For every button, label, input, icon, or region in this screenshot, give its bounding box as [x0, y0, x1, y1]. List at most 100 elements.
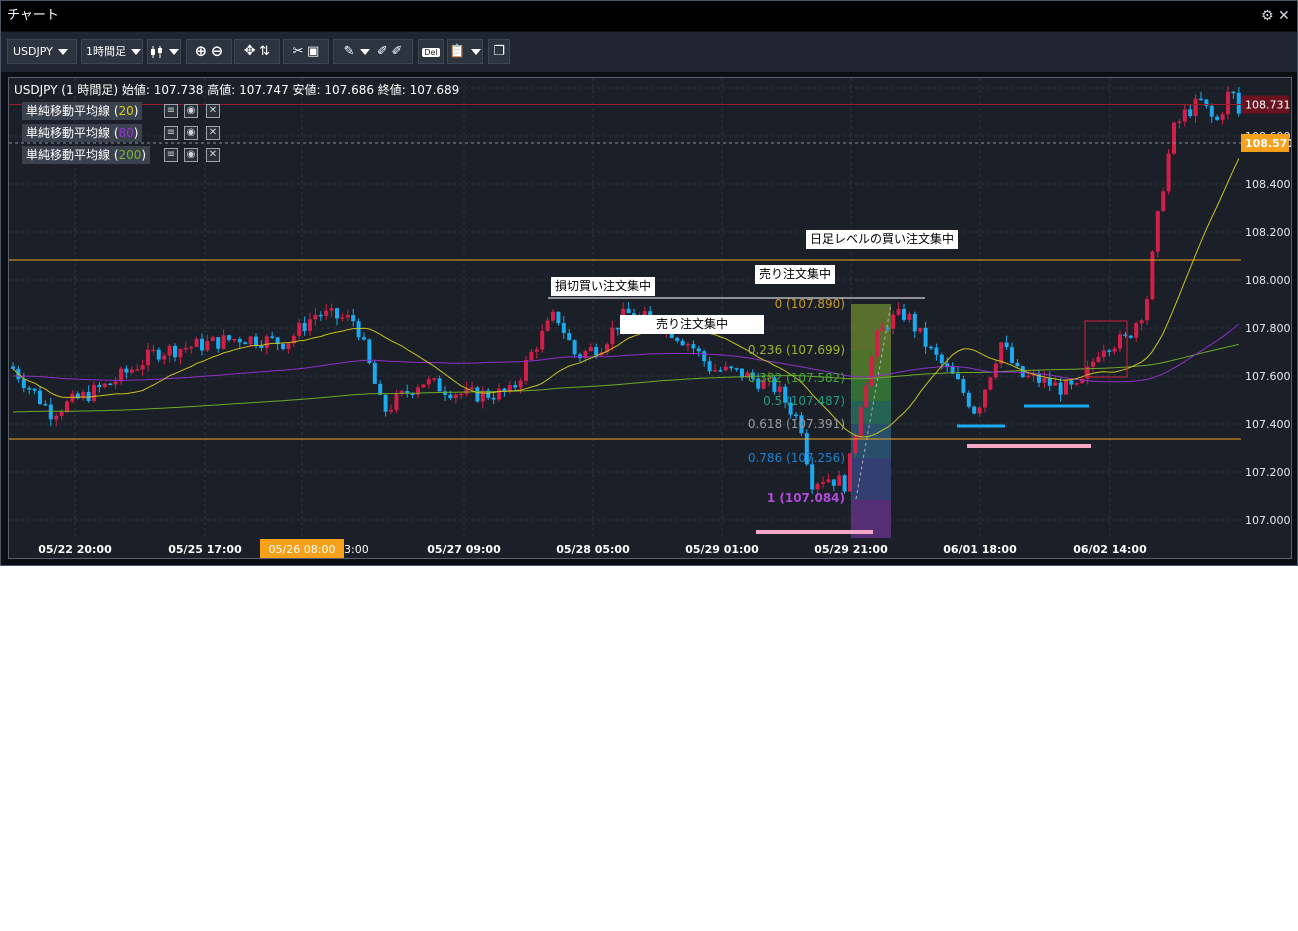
- candle: [713, 370, 717, 372]
- candle: [264, 336, 269, 349]
- zoom-out-icon[interactable]: ⊖: [211, 42, 224, 60]
- candle: [912, 313, 917, 332]
- candle: [432, 378, 437, 380]
- pan-icon[interactable]: ✥: [244, 43, 256, 59]
- candle: [389, 409, 393, 412]
- candle: [1182, 109, 1187, 122]
- candle: [48, 404, 53, 420]
- candle: [38, 390, 42, 404]
- eraser-icon[interactable]: ✐: [377, 44, 388, 59]
- candle: [318, 314, 323, 317]
- delete-button[interactable]: Del: [418, 39, 444, 64]
- fib-zone: [851, 401, 891, 424]
- candle: [259, 345, 264, 349]
- candle: [227, 335, 231, 340]
- eraser-all-icon[interactable]: ✐: [391, 44, 402, 59]
- candle: [875, 330, 879, 357]
- candle: [691, 344, 696, 349]
- candle: [216, 337, 221, 349]
- candle: [173, 345, 177, 358]
- candle: [1107, 350, 1112, 352]
- candle: [340, 317, 345, 319]
- eye-icon[interactable]: ◉: [184, 148, 198, 162]
- candle: [1145, 299, 1149, 321]
- candle: [794, 414, 798, 417]
- fib-zone: [851, 458, 891, 500]
- chevron-down-icon: [359, 49, 370, 55]
- candle: [588, 346, 593, 352]
- chevron-down-icon: [168, 49, 179, 55]
- candle: [351, 315, 356, 322]
- candle: [880, 327, 885, 331]
- close-icon[interactable]: ✕: [206, 126, 220, 140]
- eye-icon[interactable]: ◉: [184, 126, 198, 140]
- symbol-select[interactable]: USDJPY: [7, 39, 77, 64]
- close-icon[interactable]: ✕: [1278, 1, 1290, 31]
- candle: [1042, 377, 1047, 383]
- window-button[interactable]: ❐: [488, 39, 510, 64]
- candle: [696, 348, 701, 352]
- pen-icon[interactable]: ✎: [344, 44, 355, 59]
- annotation-stop-buy[interactable]: 損切買い注文集中: [551, 277, 656, 296]
- draw-group: ✎ ✐ ✐: [333, 39, 413, 64]
- annotation-sell-1[interactable]: 売り注文集中: [620, 315, 764, 334]
- candle: [837, 475, 842, 486]
- zoom-in-icon[interactable]: ⊕: [195, 42, 208, 60]
- candle: [1134, 323, 1139, 338]
- candle: [313, 314, 318, 320]
- candle: [545, 320, 550, 331]
- ohlc-header: USDJPY (1 時間足) 始値: 107.738 高値: 107.747 安…: [14, 83, 460, 97]
- candle: [426, 379, 431, 385]
- candle: [356, 321, 361, 338]
- candle: [362, 337, 366, 340]
- settings-icon[interactable]: ≡: [164, 104, 178, 118]
- candle: [707, 361, 712, 372]
- settings-icon[interactable]: ≡: [164, 148, 178, 162]
- time-label-fragment: 3:00: [344, 543, 369, 556]
- candle: [594, 346, 599, 356]
- chart-type-select[interactable]: [147, 39, 181, 64]
- annotation-daily-buy[interactable]: 日足レベルの買い注文集中: [806, 230, 959, 249]
- price-chart[interactable]: 0 (107.890) 0.236 (107.699) 0.382 (107.582…: [8, 77, 1292, 559]
- drawing-tool-icon[interactable]: ✂: [293, 44, 304, 59]
- candlestick-icon: [150, 46, 162, 58]
- clipboard-button[interactable]: 📋: [447, 39, 483, 64]
- candle: [1177, 121, 1182, 124]
- settings-icon[interactable]: ≡: [164, 126, 178, 140]
- chevron-down-icon: [131, 49, 141, 55]
- candle: [1101, 350, 1106, 357]
- candle: [243, 342, 248, 345]
- candle: [1215, 116, 1220, 120]
- candle: [178, 349, 183, 358]
- timeframe-select[interactable]: 1時間足: [81, 39, 143, 64]
- crosshair-icon[interactable]: ⇅: [259, 44, 270, 59]
- candle: [961, 379, 966, 393]
- candle: [248, 336, 253, 345]
- candle: [923, 327, 928, 347]
- candle: [826, 479, 831, 483]
- save-icon[interactable]: ▣: [307, 44, 319, 59]
- gear-icon[interactable]: ⚙: [1261, 1, 1274, 31]
- close-icon[interactable]: ✕: [206, 148, 220, 162]
- candle: [329, 308, 334, 311]
- time-label: 06/01 18:00: [943, 543, 1017, 556]
- candle: [902, 308, 906, 320]
- indicator-period: 200: [118, 148, 142, 162]
- window-icon: ❐: [493, 44, 505, 59]
- candle: [977, 407, 982, 414]
- chart-toolbar: USDJPY 1時間足 ⊕ ⊖ ✥ ⇅ ✂ ▣ ✎ ✐ ✐ Del 📋 ❐: [1, 32, 1297, 72]
- candle: [734, 368, 739, 370]
- current-price-text: 108.571: [1245, 137, 1291, 150]
- candle: [551, 311, 555, 321]
- candle: [1091, 361, 1095, 367]
- candle: [32, 388, 37, 391]
- annotation-sell-2[interactable]: 売り注文集中: [755, 265, 836, 284]
- candle: [869, 356, 874, 387]
- indicator-sma-20: 単純移動平均線 (20): [22, 102, 143, 120]
- eye-icon[interactable]: ◉: [184, 104, 198, 118]
- candle: [286, 343, 291, 350]
- candle: [858, 407, 863, 436]
- close-icon[interactable]: ✕: [206, 104, 220, 118]
- candle: [864, 386, 869, 408]
- candle: [939, 354, 944, 364]
